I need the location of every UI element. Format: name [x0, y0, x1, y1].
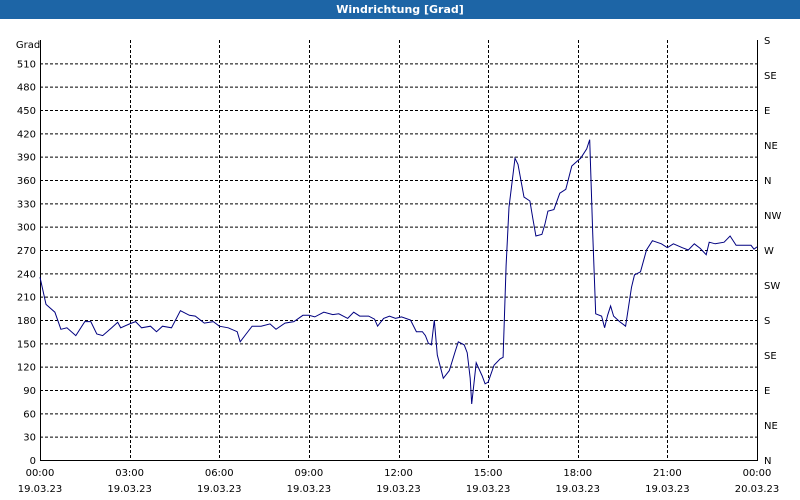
- x-tick-time: 21:00: [653, 468, 682, 479]
- y-tick-label: 150: [17, 339, 36, 350]
- y-tick-label-right: N: [764, 176, 771, 187]
- y-tick-label-right: W: [764, 246, 774, 257]
- y-tick-label-right: SW: [764, 281, 780, 292]
- y-tick-label-right: S: [764, 36, 770, 47]
- x-tick-labels: 00:00 19.03.23 03:00 19.03.23 06:00 19.03.23 0…: [18, 468, 780, 495]
- y-tick-label: 60: [23, 409, 36, 420]
- x-tick-time: 03:00: [115, 468, 144, 479]
- y-tick-label: 390: [17, 153, 36, 164]
- x-tick-time: 18:00: [563, 468, 592, 479]
- y-tick-label: 300: [17, 223, 36, 234]
- y-tick-label: 30: [23, 433, 36, 444]
- x-tick-date: 19.03.23: [466, 484, 511, 495]
- y-tick-labels-left: 0 30 60 90 120 150 180 210 240 270 300 330 360 390 420…: [17, 59, 36, 467]
- y-tick-label-right: N: [764, 456, 771, 467]
- y-tick-label-right: SE: [764, 351, 777, 362]
- y-tick-label: 450: [17, 106, 36, 117]
- y-tick-label: 330: [17, 199, 36, 210]
- x-tick-time: 00:00: [26, 468, 55, 479]
- grid: [40, 40, 758, 461]
- y-tick-label: 420: [17, 129, 36, 140]
- x-tick-date: 19.03.23: [197, 484, 242, 495]
- x-tick-date: 19.03.23: [555, 484, 600, 495]
- x-tick-time: 09:00: [294, 468, 323, 479]
- y-tick-label: 180: [17, 316, 36, 327]
- y-tick-label: 210: [17, 293, 36, 304]
- y-tick-label-right: NW: [764, 211, 781, 222]
- y-tick-label-right: E: [764, 106, 770, 117]
- x-tick-date: 20.03.23: [735, 484, 780, 495]
- series-line: [39, 139, 758, 405]
- y-tick-label: 360: [17, 176, 36, 187]
- y-tick-label: 270: [17, 246, 36, 257]
- y-tick-label: 120: [17, 363, 36, 374]
- y-tick-label-right: SE: [764, 71, 777, 82]
- y-tick-labels-right: N NE E SE S SW W NW N NE E SE S: [764, 36, 781, 467]
- x-tick-time: 06:00: [205, 468, 234, 479]
- series-lines: [39, 139, 758, 405]
- x-tick-date: 19.03.23: [645, 484, 690, 495]
- x-tick-time: 12:00: [384, 468, 413, 479]
- x-tick-date: 19.03.23: [376, 484, 421, 495]
- y-tick-label-right: NE: [764, 141, 778, 152]
- y-tick-label-right: E: [764, 386, 770, 397]
- y-tick-label: 240: [17, 269, 36, 280]
- x-tick-date: 19.03.23: [287, 484, 332, 495]
- y-axis-label: Grad: [16, 40, 40, 51]
- y-tick-label: 510: [17, 59, 36, 70]
- y-tick-label: 0: [30, 456, 36, 467]
- y-tick-label-right: S: [764, 316, 770, 327]
- x-tick-time: 15:00: [474, 468, 503, 479]
- y-tick-label-right: NE: [764, 421, 778, 432]
- x-tick-date: 19.03.23: [18, 484, 63, 495]
- y-tick-label: 480: [17, 83, 36, 94]
- x-tick-time: 00:00: [743, 468, 772, 479]
- x-tick-date: 19.03.23: [107, 484, 152, 495]
- chart: Grad 0 30 60 90 120 150 180 210 240 270 300 330 360 3…: [16, 36, 782, 495]
- y-tick-label: 90: [23, 386, 36, 397]
